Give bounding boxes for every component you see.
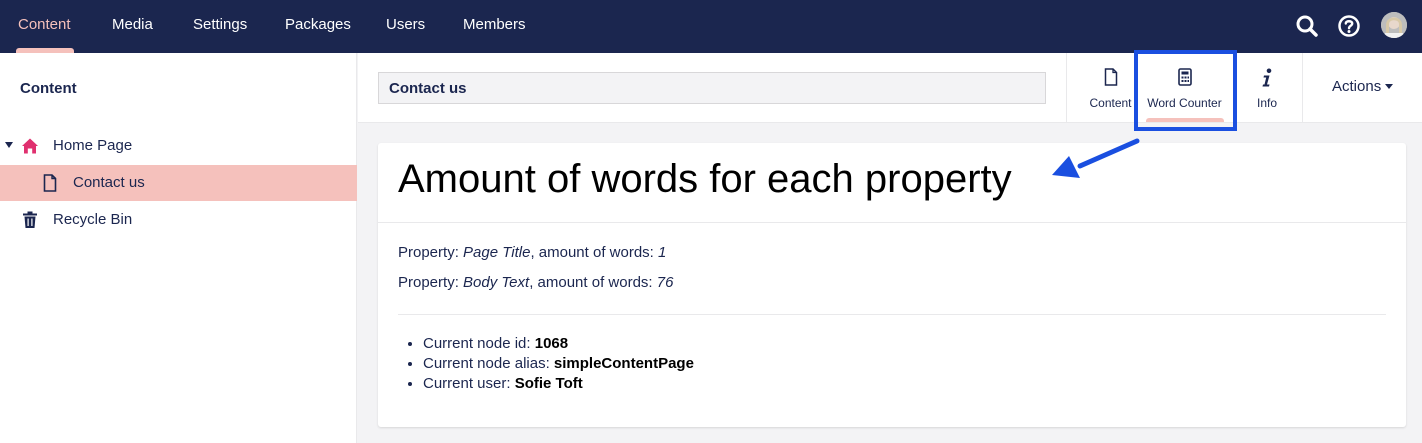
- nav-item-media[interactable]: Media: [112, 0, 153, 53]
- list-item: Current node alias: simpleContentPage: [423, 354, 694, 374]
- word-count-value: 1: [658, 244, 667, 261]
- tree-item-label: Recycle Bin: [53, 211, 133, 228]
- content-tree-sidebar: Content Home Page Contact us Recycle Bin: [0, 53, 357, 443]
- list-item: Current user: Sofie Toft: [423, 374, 694, 394]
- divider: [378, 222, 1406, 223]
- word-counter-panel: Amount of words for each property Proper…: [378, 143, 1406, 427]
- top-navigation: Content Media Settings Packages Users Me…: [0, 0, 1422, 53]
- property-middle-text: , amount of words:: [529, 274, 657, 291]
- property-prefix: Property:: [398, 244, 464, 261]
- document-icon: [1104, 68, 1117, 86]
- property-prefix: Property:: [398, 274, 464, 291]
- nav-item-packages[interactable]: Packages: [285, 0, 351, 53]
- home-icon: [22, 138, 38, 154]
- trash-icon: [23, 211, 37, 228]
- tree-item-label: Home Page: [53, 137, 133, 154]
- word-count-value: 76: [656, 274, 674, 291]
- user-avatar[interactable]: [1381, 12, 1407, 38]
- tree-item-recycle-bin[interactable]: Recycle Bin: [0, 202, 357, 238]
- avatar-photo-icon: [1381, 12, 1407, 38]
- sidebar-title: Content: [20, 80, 77, 97]
- property-name: Body Text: [463, 274, 530, 291]
- search-icon[interactable]: [1294, 13, 1320, 39]
- tab-label: Info: [1256, 96, 1277, 110]
- panel-title: Amount of words for each property: [398, 157, 1012, 201]
- tree-item-contact-us[interactable]: Contact us: [0, 165, 357, 201]
- property-middle-text: , amount of words:: [530, 244, 658, 261]
- nav-item-members[interactable]: Members: [463, 0, 526, 53]
- actions-dropdown-button[interactable]: Actions: [1332, 78, 1394, 95]
- tree-item-home-page[interactable]: Home Page: [0, 128, 357, 164]
- expand-caret-icon[interactable]: [5, 142, 13, 148]
- tree-item-label: Contact us: [73, 174, 145, 191]
- info-label: Current node id:: [423, 335, 535, 352]
- info-label: Current user:: [423, 375, 515, 392]
- annotation-highlight-box: [1134, 50, 1237, 131]
- actions-label: Actions: [1332, 78, 1382, 95]
- nav-item-settings[interactable]: Settings: [193, 0, 247, 53]
- document-icon: [43, 174, 57, 192]
- nav-item-content[interactable]: Content: [18, 0, 71, 53]
- tab-info[interactable]: Info: [1232, 53, 1302, 123]
- property-name: Page Title: [463, 244, 531, 261]
- property-word-count: Property: Body Text, amount of words: 76: [398, 274, 673, 291]
- info-value: 1068: [534, 335, 569, 352]
- info-value: Sofie Toft: [514, 375, 583, 392]
- info-icon: [1262, 68, 1272, 87]
- help-icon[interactable]: [1336, 13, 1362, 39]
- info-label: Current node alias:: [423, 355, 554, 372]
- info-value: simpleContentPage: [553, 355, 694, 372]
- nav-item-users[interactable]: Users: [386, 0, 425, 53]
- caret-down-icon: [1385, 84, 1394, 89]
- editor-header: Content Word Counter Info Actions: [358, 53, 1422, 123]
- divider: [398, 314, 1386, 315]
- list-item: Current node id: 1068: [423, 334, 694, 354]
- property-word-count: Property: Page Title, amount of words: 1: [398, 244, 666, 261]
- node-info-list: Current node id: 1068 Current node alias…: [423, 334, 694, 394]
- divider: [1302, 53, 1303, 123]
- node-name-input[interactable]: [378, 72, 1046, 104]
